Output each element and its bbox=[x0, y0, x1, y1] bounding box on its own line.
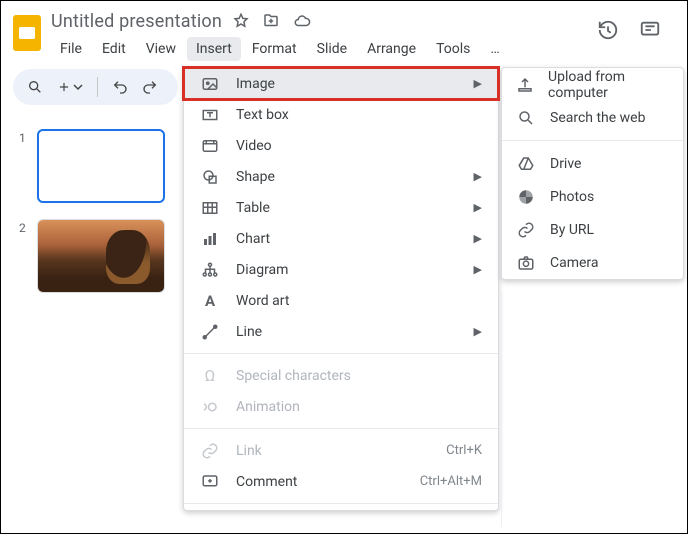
textbox-icon bbox=[200, 106, 220, 124]
motion-icon bbox=[200, 398, 220, 416]
submenu-item-drive[interactable]: Drive bbox=[502, 147, 683, 180]
diagram-icon bbox=[200, 261, 220, 279]
submenu-arrow-icon: ▶ bbox=[474, 77, 482, 90]
menu-item-label: Shape bbox=[236, 169, 275, 185]
menu-item-label: Text box bbox=[236, 107, 289, 123]
menu-item-label: Comment bbox=[236, 474, 297, 490]
menu-edit[interactable]: Edit bbox=[93, 37, 135, 61]
menu-item-table[interactable]: Table ▶ bbox=[184, 192, 498, 223]
chart-icon bbox=[200, 230, 220, 248]
submenu-arrow-icon: ▶ bbox=[474, 263, 482, 276]
menu-item-label: Diagram bbox=[236, 262, 288, 278]
menu-item-wordart[interactable]: A Word art bbox=[184, 285, 498, 316]
thumbnail-2[interactable]: 2 bbox=[19, 219, 181, 293]
wordart-icon: A bbox=[200, 292, 220, 310]
video-icon bbox=[200, 137, 220, 155]
menu-item-label: Line bbox=[236, 324, 262, 340]
star-icon[interactable] bbox=[232, 12, 250, 30]
drive-icon bbox=[516, 155, 536, 173]
menu-insert[interactable]: Insert bbox=[187, 37, 241, 61]
menu-separator bbox=[184, 428, 498, 429]
submenu-item-photos[interactable]: Photos bbox=[502, 180, 683, 213]
menu-item-anim: Animation bbox=[184, 391, 498, 422]
submenu-item-label: By URL bbox=[550, 222, 594, 238]
menu-item-label: Word art bbox=[236, 293, 289, 309]
undo-button[interactable] bbox=[112, 79, 128, 95]
photos-icon bbox=[516, 188, 536, 206]
sidebar-placeholder bbox=[501, 291, 684, 527]
submenu-item-label: Camera bbox=[550, 255, 599, 271]
insert-menu: Image▶Text boxVideoShape▶Table▶Chart▶Dia… bbox=[183, 67, 499, 511]
shortcut-label: Ctrl+Alt+M bbox=[420, 474, 482, 489]
search-icon bbox=[516, 109, 536, 127]
table-icon bbox=[200, 199, 220, 217]
submenu-item-label: Upload from computer bbox=[548, 69, 669, 101]
search-icon[interactable] bbox=[27, 79, 43, 95]
upload-icon bbox=[516, 76, 534, 94]
menubar: FileEditViewInsertFormatSlideArrangeTool… bbox=[51, 33, 509, 61]
menu-item-video[interactable]: Video bbox=[184, 130, 498, 161]
thumb-number: 2 bbox=[19, 219, 29, 293]
image-icon bbox=[200, 75, 220, 93]
submenu-arrow-icon: ▶ bbox=[474, 232, 482, 245]
thumbnail-1[interactable]: 1 bbox=[19, 129, 181, 203]
slide-thumbnails: 12 bbox=[1, 121, 181, 533]
menu-…[interactable]: … bbox=[481, 37, 508, 61]
submenu-item-label: Photos bbox=[550, 189, 594, 205]
new-slide-button[interactable] bbox=[57, 80, 83, 94]
image-submenu: Upload from computer Search the web Drive P… bbox=[501, 67, 684, 280]
comment-icon bbox=[200, 473, 220, 491]
menu-separator bbox=[184, 353, 498, 354]
camera-icon bbox=[516, 254, 536, 272]
submenu-item-label: Drive bbox=[550, 156, 581, 172]
url-icon bbox=[516, 221, 536, 239]
toolbar bbox=[13, 69, 178, 105]
menu-separator bbox=[502, 140, 683, 141]
submenu-item-search[interactable]: Search the web bbox=[502, 101, 683, 134]
menu-item-diagram[interactable]: Diagram ▶ bbox=[184, 254, 498, 285]
shape-icon bbox=[200, 168, 220, 186]
submenu-arrow-icon: ▶ bbox=[474, 170, 482, 183]
doc-title[interactable]: Untitled presentation bbox=[51, 11, 222, 32]
slides-logo bbox=[9, 9, 45, 57]
line-icon bbox=[200, 323, 220, 341]
submenu-arrow-icon: ▶ bbox=[474, 325, 482, 338]
menu-file[interactable]: File bbox=[51, 37, 91, 61]
submenu-item-camera[interactable]: Camera bbox=[502, 246, 683, 279]
menu-item-textbox[interactable]: Text box bbox=[184, 99, 498, 130]
history-icon[interactable] bbox=[597, 19, 619, 41]
menu-item-label: Table bbox=[236, 200, 270, 216]
menu-item-label: Video bbox=[236, 138, 272, 154]
comment-header-icon[interactable] bbox=[639, 19, 661, 41]
thumb-number: 1 bbox=[19, 129, 29, 203]
omega-icon: Ω bbox=[200, 366, 220, 385]
redo-button[interactable] bbox=[142, 79, 158, 95]
menu-item-label: Link bbox=[236, 443, 262, 459]
menu-item-image[interactable]: Image ▶ bbox=[184, 68, 498, 99]
menu-item-label: Special characters bbox=[236, 368, 351, 384]
menu-item-line[interactable]: Line ▶ bbox=[184, 316, 498, 347]
menu-item-comment[interactable]: Comment Ctrl+Alt+M bbox=[184, 466, 498, 497]
menu-item-label: Animation bbox=[236, 399, 300, 415]
menu-item-special: Ω Special characters bbox=[184, 360, 498, 391]
submenu-arrow-icon: ▶ bbox=[474, 201, 482, 214]
submenu-item-byurl[interactable]: By URL bbox=[502, 213, 683, 246]
submenu-item-upload[interactable]: Upload from computer bbox=[502, 68, 683, 101]
menu-item-link: Link Ctrl+K bbox=[184, 435, 498, 466]
menu-arrange[interactable]: Arrange bbox=[358, 37, 425, 61]
menu-slide[interactable]: Slide bbox=[308, 37, 356, 61]
menu-format[interactable]: Format bbox=[243, 37, 306, 61]
shortcut-label: Ctrl+K bbox=[446, 443, 482, 458]
move-icon[interactable] bbox=[262, 12, 280, 30]
submenu-item-label: Search the web bbox=[550, 110, 645, 126]
menu-item-label: Image bbox=[236, 76, 275, 92]
menu-item-shape[interactable]: Shape ▶ bbox=[184, 161, 498, 192]
menu-item-label: Chart bbox=[236, 231, 270, 247]
link-icon bbox=[200, 442, 220, 460]
menu-separator bbox=[184, 503, 498, 504]
cloud-icon[interactable] bbox=[292, 12, 312, 30]
menu-view[interactable]: View bbox=[137, 37, 185, 61]
menu-item-chart[interactable]: Chart ▶ bbox=[184, 223, 498, 254]
menu-tools[interactable]: Tools bbox=[427, 37, 479, 61]
